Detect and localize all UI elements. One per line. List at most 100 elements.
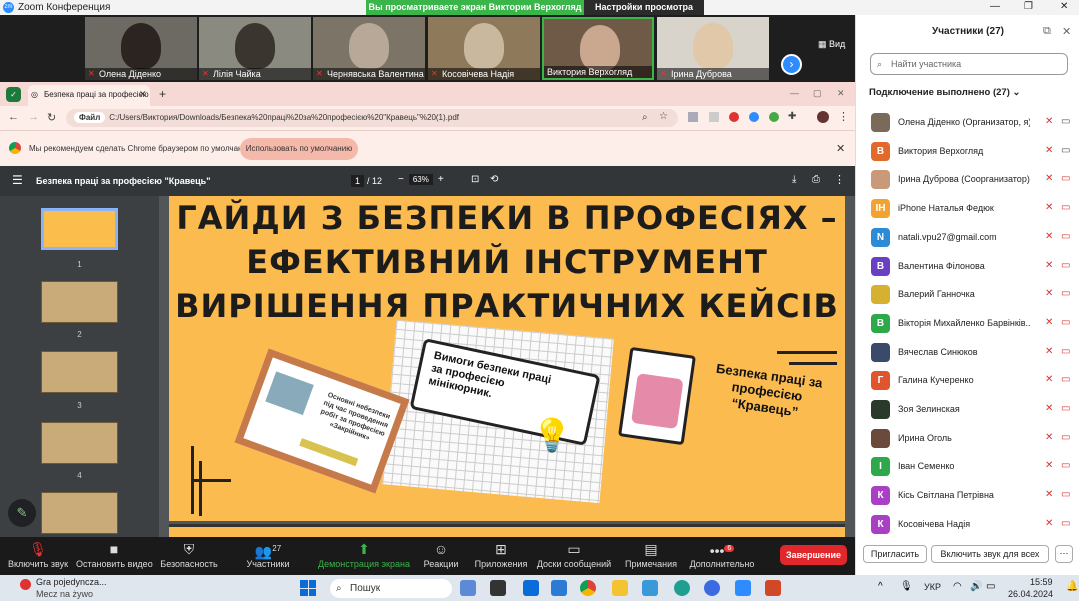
annotate-pen-icon[interactable]: ✎ [8,499,36,527]
participant-row[interactable]: Г Галина Кучеренко ✕ ▭ [871,371,1071,391]
more-options-button[interactable]: ··· [1055,545,1073,563]
zoom-in-icon[interactable]: + [438,174,444,185]
print-icon[interactable]: ⎙ [812,174,820,185]
zoom-out-icon[interactable]: − [398,174,404,185]
volume-icon[interactable]: 🔊 [970,581,982,592]
shield-icon[interactable]: ✓ [6,87,21,102]
fit-page-icon[interactable]: ⊡ [471,174,479,185]
start-icon[interactable] [300,580,316,596]
video-tile[interactable]: ✕ Чернявська Валентина [313,17,425,80]
app-icon[interactable] [460,580,476,596]
page-thumbnail[interactable] [41,351,118,393]
chevron-up-icon[interactable]: ^ [878,581,883,592]
participant-row[interactable]: К Косовічева Надія ✕ ▭ [871,515,1071,535]
puzzle-icon[interactable]: ✚ [788,111,796,122]
mic-icon[interactable]: 🎙 [900,581,913,592]
video-tile[interactable]: ✕ Олена Діденко [85,17,197,80]
extension-icon[interactable] [769,112,779,122]
browser-tab[interactable]: ◎ Безпека праці за професією "Кра [28,85,150,106]
language-indicator[interactable]: УКР [924,582,941,592]
new-tab-icon[interactable]: + [159,87,166,101]
forward-icon[interactable]: → [28,111,39,123]
url-field[interactable]: Файл C:/Users/Виктория/Downloads/Безпека%… [66,109,678,127]
participant-row[interactable]: Зоя Зелинская ✕ ▭ [871,400,1071,420]
more-button[interactable]: ••• 6 Дополнительно [684,537,760,575]
next-videos-button[interactable]: › [781,54,802,75]
participant-row[interactable]: В Виктория Верхогляд ✕ ▭ [871,142,1071,162]
zoom-icon[interactable] [735,580,751,596]
close-icon[interactable]: ✕ [1062,25,1071,38]
clock-date[interactable]: 26.04.2024 [1008,589,1053,599]
maximize-icon[interactable]: ▢ [813,88,822,99]
popout-icon[interactable]: ⧉ [1043,25,1051,38]
participant-row[interactable]: В Валентина Філонова ✕ ▭ [871,257,1071,277]
maximize-icon[interactable]: ❐ [1024,1,1033,12]
close-icon[interactable]: ✕ [1060,1,1068,12]
participant-row[interactable]: Nnatali.vpu27@gmail.com ✕ ▭ [871,228,1071,248]
extension-icon[interactable] [749,112,759,122]
participants-button[interactable]: 👥27 Участники [230,537,306,575]
taskview-icon[interactable] [490,580,506,596]
notes-button[interactable]: ▤ Примечания [613,537,689,575]
app-icon[interactable] [551,580,567,596]
search-icon[interactable]: ⌕ [642,112,648,123]
download-icon[interactable]: ⤓ [792,174,796,185]
invite-button[interactable]: Пригласить [863,545,927,563]
extension-icon[interactable] [729,112,739,122]
unmute-all-button[interactable]: Включить звук для всех [931,545,1049,563]
set-default-button[interactable]: Использовать по умолчанию [240,138,358,160]
reload-icon[interactable]: ↻ [47,111,56,124]
profile-avatar[interactable] [817,111,829,123]
app-icon[interactable] [704,580,720,596]
video-tile[interactable]: Виктория Верхогляд [542,17,654,80]
participant-row[interactable]: Ирина Оголь ✕ ▭ [871,429,1071,449]
close-icon[interactable]: ✕ [837,88,845,99]
chrome-icon[interactable] [580,580,596,596]
thumbnail-scrollbar[interactable] [159,196,167,537]
minimize-icon[interactable]: — [790,88,799,98]
apps-button[interactable]: ⊞ Приложения [463,537,539,575]
participant-row[interactable]: К Кісь Світлана Петрівна ✕ ▭ [871,486,1071,506]
minimize-icon[interactable]: — [990,1,1000,12]
unmute-button[interactable]: 🎙 Включить звук [0,537,76,575]
section-header[interactable]: Подключение выполнено (27) ⌄ [869,87,1021,98]
page-thumbnail[interactable] [41,492,118,534]
participant-row[interactable]: В Вікторія Михайленко Барвінків... ✕ ▭ [871,314,1071,334]
back-icon[interactable]: ← [8,111,19,123]
rotate-icon[interactable]: ⟲ [490,174,498,185]
extension-icon[interactable] [709,112,719,122]
security-button[interactable]: ⛨ Безопасность [151,537,227,575]
participant-row[interactable]: Олена Діденко (Организатор, я) ✕ ▭ [871,113,1071,133]
folder-icon[interactable] [612,580,628,596]
star-icon[interactable]: ☆ [659,111,668,122]
more-icon[interactable]: ⋮ [834,173,845,186]
zoom-input[interactable]: 63% [408,174,433,185]
close-icon[interactable]: ✕ [836,142,845,155]
page-thumbnail[interactable] [41,422,118,464]
extension-icon[interactable] [688,112,698,122]
view-button[interactable]: ▦ Вид [818,39,845,50]
video-tile[interactable]: ✕ Косовічева Надія [428,17,540,80]
zoom-app-icon[interactable] [523,580,539,596]
view-settings-button[interactable]: Настройки просмотра [584,0,704,15]
page-thumbnail[interactable] [41,208,118,250]
participant-row[interactable]: Ірина Дуброва (Соорганизатор) ✕ ▭ [871,170,1071,190]
page-input[interactable]: 1 [351,175,365,187]
app-icon[interactable] [642,580,658,596]
stop-video-button[interactable]: ■ Остановить видео [76,537,153,575]
participant-row[interactable]: Валерий Ганночка ✕ ▭ [871,285,1071,305]
search-input[interactable]: ⌕ Найти участника [870,53,1068,75]
participant-row[interactable]: Вячеслав Синюков ✕ ▭ [871,343,1071,363]
share-screen-button[interactable]: ⬆ Демонстрация экрана [318,537,410,575]
menu-icon[interactable]: ☰ [12,173,23,187]
taskbar-search[interactable]: ⌕ Пошук [330,579,452,598]
edge-icon[interactable] [674,580,690,596]
participant-row[interactable]: І Іван Семенко ✕ ▭ [871,457,1071,477]
bell-icon[interactable]: 🔔 [1066,581,1078,592]
end-meeting-button[interactable]: Завершение [780,545,847,565]
wifi-icon[interactable]: ◠ [953,581,962,592]
powerpoint-icon[interactable] [765,580,781,596]
whiteboards-button[interactable]: ▭ Доски сообщений [536,537,612,575]
tab-close-icon[interactable]: ✕ [139,89,147,100]
page-thumbnail[interactable] [41,281,118,323]
